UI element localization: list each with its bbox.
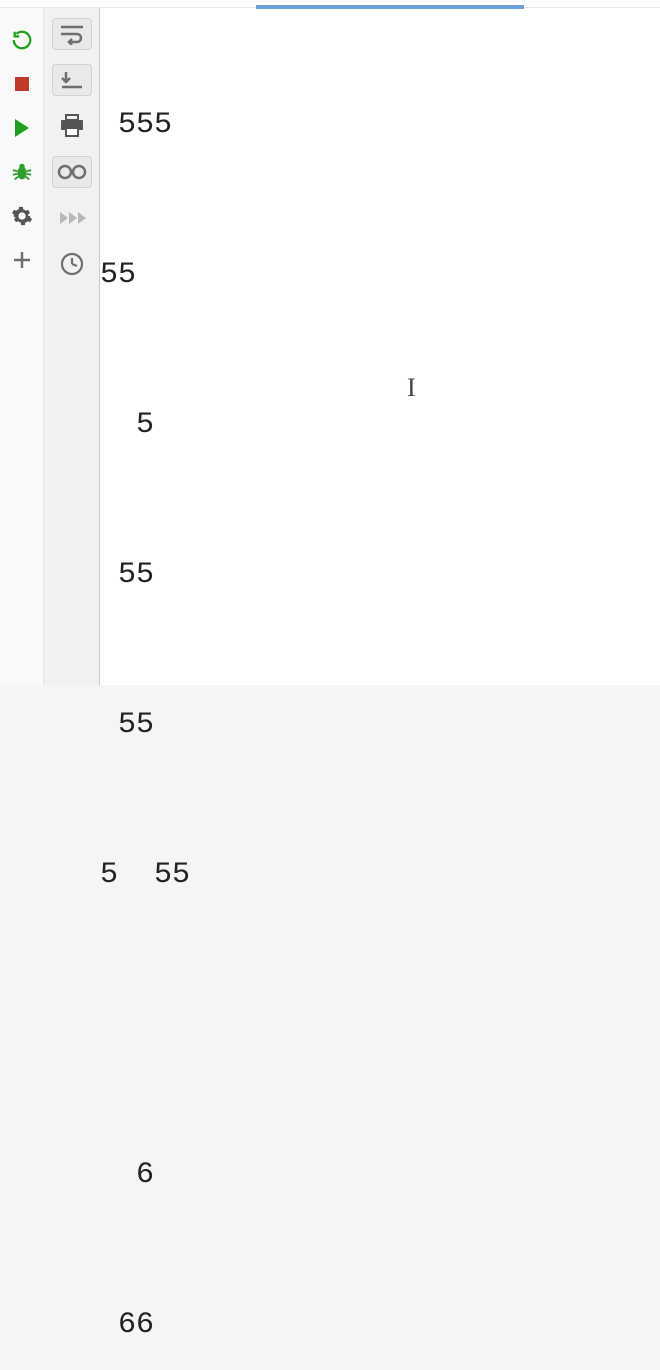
bug-icon <box>11 161 33 183</box>
restart-kernel-button[interactable] <box>10 28 34 52</box>
output-line: 5 55 <box>100 850 660 900</box>
output-line: 6 <box>100 1150 660 1200</box>
debug-button[interactable] <box>10 160 34 184</box>
output-line: 55 <box>100 700 660 750</box>
console-area[interactable]: 555 55 5 55 55 5 55 6 66 6 6 66 6 6 In [… <box>100 0 660 685</box>
primary-toolbar <box>0 0 44 685</box>
output-line <box>100 1000 660 1050</box>
stop-icon <box>14 76 30 92</box>
print-button[interactable] <box>52 110 92 142</box>
output-line: 5 <box>100 400 660 450</box>
step-into-icon <box>60 69 84 91</box>
gear-icon <box>11 205 33 227</box>
output-line: 66 <box>100 1300 660 1350</box>
restart-icon <box>11 29 33 51</box>
secondary-toolbar <box>44 0 100 685</box>
wrap-icon <box>59 23 85 45</box>
inspect-button[interactable] <box>52 156 92 188</box>
play-icon <box>12 117 32 139</box>
wrap-button[interactable] <box>52 18 92 50</box>
run-button[interactable] <box>10 116 34 140</box>
console-output: 555 55 5 55 55 5 55 6 66 6 6 66 6 6 <box>100 0 660 1370</box>
progress-indicator <box>256 5 524 9</box>
stop-button[interactable] <box>10 72 34 96</box>
printer-icon <box>59 114 85 138</box>
settings-button[interactable] <box>10 204 34 228</box>
continue-icon <box>58 210 86 226</box>
inspect-icon <box>57 163 87 181</box>
history-button[interactable] <box>52 248 92 280</box>
continue-button[interactable] <box>52 202 92 234</box>
plus-icon <box>12 250 32 270</box>
output-line: 555 <box>100 100 660 150</box>
output-line: 55 <box>100 550 660 600</box>
clock-icon <box>60 252 84 276</box>
output-line: 55 <box>100 250 660 300</box>
step-button[interactable] <box>52 64 92 96</box>
add-button[interactable] <box>10 248 34 272</box>
